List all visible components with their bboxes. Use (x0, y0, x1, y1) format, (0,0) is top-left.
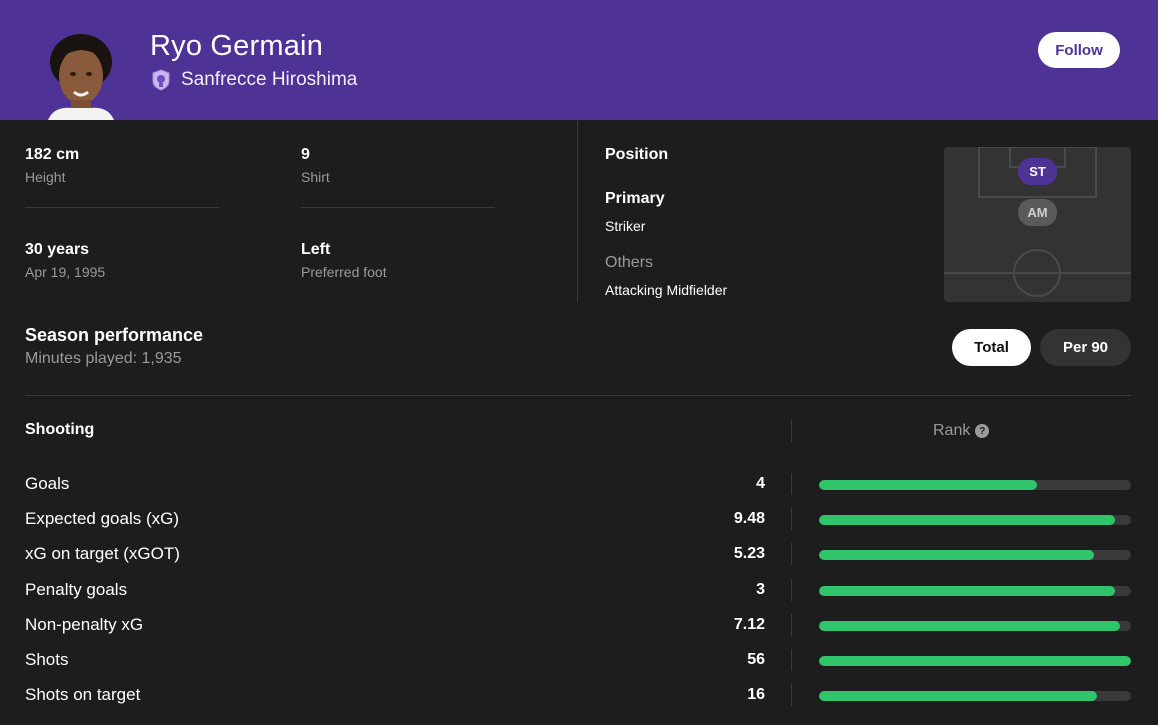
stat-name: Shots on target (25, 685, 141, 704)
stat-value: 3 (756, 581, 765, 598)
rank-bar (819, 691, 1131, 701)
stat-name: Goals (25, 474, 70, 493)
stat-name: Penalty goals (25, 580, 128, 599)
primary-position-label: Primary (605, 190, 665, 207)
pitch-primary-marker: ST (1029, 164, 1046, 179)
rank-bar (819, 550, 1131, 560)
rank-bar (819, 515, 1131, 525)
stat-row: Penalty goals 3 (0, 579, 1158, 602)
height-label: Height (25, 169, 66, 185)
stat-row: Expected goals (xG) 9.48 (0, 508, 1158, 531)
primary-position-value: Striker (605, 218, 646, 234)
shirt-info: 9 Shirt (301, 146, 330, 185)
stat-separator (791, 649, 792, 671)
per90-toggle-button[interactable]: Per 90 (1040, 329, 1131, 366)
header-separator (791, 420, 792, 442)
rank-bar-fill (819, 550, 1094, 560)
stat-separator (791, 543, 792, 565)
rank-bar (819, 586, 1131, 596)
season-performance-title: Season performance (25, 325, 204, 345)
stat-name: Expected goals (xG) (25, 509, 180, 528)
stat-value: 4 (756, 475, 765, 492)
rank-bar-fill (819, 480, 1038, 490)
stat-separator (791, 508, 792, 530)
team-link[interactable]: Sanfrecce Hiroshima (150, 69, 357, 91)
rank-label: Rank (933, 422, 971, 439)
position-pitch: ST AM (944, 146, 1131, 302)
stat-separator (791, 614, 792, 636)
stat-value: 9.48 (733, 510, 765, 527)
other-positions-label: Others (605, 254, 654, 271)
stat-row: Goals 4 (0, 473, 1158, 496)
height-info: 182 cm Height (25, 146, 79, 185)
stat-value: 16 (747, 686, 765, 703)
help-icon[interactable]: ? (975, 424, 990, 438)
stat-value: 56 (747, 651, 765, 668)
stat-separator (791, 684, 792, 706)
stat-value: 5.23 (733, 545, 765, 562)
stat-separator (791, 473, 792, 495)
shirt-label: Shirt (301, 169, 330, 185)
shooting-title: Shooting (25, 421, 95, 438)
player-header: Ryo Germain Sanfrecce Hiroshima Follow (0, 0, 1158, 120)
stat-name: Shots (25, 650, 69, 669)
stat-row: Shots on target 16 (0, 684, 1158, 707)
divider (301, 207, 495, 208)
pitch-other-marker: AM (1027, 205, 1047, 220)
column-divider (577, 121, 578, 302)
foot-info: Left Preferred foot (301, 241, 387, 280)
height-value: 182 cm (25, 146, 80, 163)
player-name: Ryo Germain (150, 30, 324, 62)
rank-bar (819, 621, 1131, 631)
section-divider (25, 395, 1131, 396)
minutes-played: Minutes played: 1,935 (25, 350, 182, 367)
stat-name: Non-penalty xG (25, 615, 144, 634)
rank-header[interactable]: Rank ? (933, 422, 990, 440)
stat-separator (791, 579, 792, 601)
total-toggle-button[interactable]: Total (952, 329, 1031, 366)
foot-value: Left (301, 241, 331, 258)
rank-bar-fill (819, 621, 1121, 631)
age-value: 30 years (25, 241, 90, 258)
divider (25, 207, 219, 208)
stat-row: Shots 56 (0, 649, 1158, 672)
rank-bar (819, 480, 1131, 490)
shirt-value: 9 (301, 146, 310, 163)
rank-bar (819, 656, 1131, 666)
foot-label: Preferred foot (301, 264, 387, 280)
stat-name: xG on target (xGOT) (25, 544, 180, 563)
age-info: 30 years Apr 19, 1995 (25, 241, 105, 280)
other-positions-value: Attacking Midfielder (605, 282, 728, 298)
team-crest-icon (150, 69, 172, 91)
rank-bar-fill (819, 656, 1131, 666)
birthdate-label: Apr 19, 1995 (25, 264, 106, 280)
rank-bar-fill (819, 691, 1097, 701)
stat-value: 7.12 (733, 616, 765, 633)
player-avatar (44, 32, 118, 120)
rank-bar-fill (819, 515, 1116, 525)
follow-button[interactable]: Follow (1038, 32, 1120, 68)
position-title: Position (605, 146, 669, 163)
stat-row: Non-penalty xG 7.12 (0, 614, 1158, 637)
team-name: Sanfrecce Hiroshima (181, 69, 358, 90)
stat-row: xG on target (xGOT) 5.23 (0, 543, 1158, 566)
rank-bar-fill (819, 586, 1116, 596)
